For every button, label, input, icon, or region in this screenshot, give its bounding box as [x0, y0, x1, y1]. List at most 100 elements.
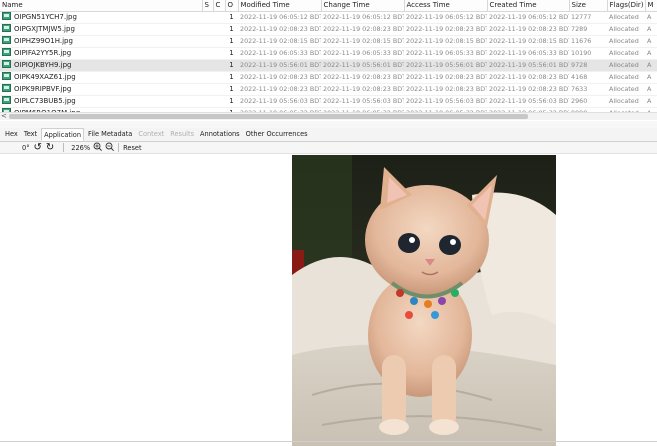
cell-s [202, 35, 213, 48]
image-viewer[interactable] [0, 155, 657, 446]
cell-o: 1 [225, 23, 238, 36]
image-file-icon [2, 72, 11, 80]
cell-modified-time: 2022-11-19 02:08:23 BDT [238, 83, 321, 96]
results-table[interactable]: Name S C O Modified Time Change Time Acc… [0, 0, 657, 112]
table-row[interactable]: OIPGN51YCH7.jpg 1 2022-11-19 06:05:12 BDT 2… [0, 11, 657, 24]
column-header-flags-dir[interactable]: Flags(Dir) [607, 0, 646, 12]
tab-context: Context [138, 130, 165, 138]
image-file-icon [2, 96, 11, 104]
cell-change-time: 2022-11-19 06:05:33 BDT [321, 47, 404, 60]
table-row[interactable]: OIPK49XAZ61.jpg 1 2022-11-19 02:08:23 BDT 2… [0, 71, 657, 84]
zoom-in-icon[interactable] [93, 142, 103, 153]
tab-file-metadata[interactable]: File Metadata [86, 128, 134, 141]
cell-access-time: 2022-11-19 05:56:01 BDT [404, 59, 487, 72]
file-name: OIPGXJTMJW5.jpg [14, 25, 75, 33]
cell-size: 4168 [569, 71, 607, 84]
cell-name: OIPGXJTMJW5.jpg [0, 23, 202, 36]
cell-c [213, 59, 225, 72]
file-name: OIPGN51YCH7.jpg [14, 13, 77, 21]
cell-modified-time: 2022-11-19 02:08:23 BDT [238, 23, 321, 36]
column-header-s[interactable]: S [202, 0, 214, 12]
cell-c [213, 11, 225, 24]
cell-m: A [645, 47, 657, 60]
pane-splitter[interactable] [0, 121, 657, 128]
cell-modified-time: 2022-11-19 02:08:23 BDT [238, 71, 321, 84]
cell-modified-time: 2022-11-19 02:08:15 BDT [238, 35, 321, 48]
cell-c [213, 47, 225, 60]
table-row[interactable]: OIPK9RIPBVF.jpg 1 2022-11-19 02:08:23 BDT 2… [0, 83, 657, 96]
cell-s [202, 95, 213, 108]
cell-access-time: 2022-11-19 02:08:23 BDT [404, 71, 487, 84]
column-header-change-time[interactable]: Change Time [321, 0, 405, 12]
image-file-icon [2, 48, 11, 56]
cell-access-time: 2022-11-19 02:08:15 BDT [404, 35, 487, 48]
column-header-modified-time[interactable]: Modified Time [238, 0, 322, 12]
cell-m: A [645, 23, 657, 36]
tab-hex[interactable]: Hex [3, 128, 20, 141]
column-header-created-time[interactable]: Created Time [487, 0, 570, 12]
cell-c [213, 23, 225, 36]
tab-other-occurrences[interactable]: Other Occurrences [244, 128, 310, 141]
tab-results: Results [170, 130, 195, 138]
image-toolbar: 0° ↺ ↻ 226% Reset [0, 142, 657, 154]
table-row[interactable]: OIPHZ99O1H.jpg 1 2022-11-19 02:08:15 BDT 20… [0, 35, 657, 48]
cell-o: 1 [225, 95, 238, 108]
cell-flags: Allocated [607, 35, 645, 48]
reset-button[interactable]: Reset [123, 144, 141, 152]
table-row[interactable]: OIPIOJKBYH9.jpg 1 2022-11-19 05:56:01 BDT 2… [0, 59, 657, 72]
tab-application[interactable]: Application [41, 128, 84, 141]
cell-change-time: 2022-11-19 05:56:01 BDT [321, 59, 404, 72]
column-header-size[interactable]: Size [569, 0, 608, 12]
cell-o: 1 [225, 11, 238, 24]
rotation-readout: 0° [22, 143, 30, 152]
status-divider [0, 441, 657, 442]
table-row[interactable]: OIPGXJTMJW5.jpg 1 2022-11-19 02:08:23 BDT 2… [0, 23, 657, 36]
cell-change-time: 2022-11-19 02:08:23 BDT [321, 83, 404, 96]
cell-created-time: 2022-11-19 06:05:12 BDT [487, 11, 569, 24]
zoom-level: 226% [71, 143, 91, 152]
column-header-c[interactable]: C [213, 0, 226, 12]
table-header-row: Name S C O Modified Time Change Time Acc… [0, 0, 657, 12]
file-name: OIPIFA2YY5R.jpg [14, 49, 72, 57]
cell-created-time: 2022-11-19 06:05:33 BDT [487, 47, 569, 60]
tab-annotations[interactable]: Annotations [198, 128, 242, 141]
column-header-m[interactable]: M [645, 0, 657, 12]
scrollbar-thumb[interactable] [9, 114, 528, 119]
cell-access-time: 2022-11-19 06:05:12 BDT [404, 11, 487, 24]
tab-text[interactable]: Text [22, 128, 39, 141]
cell-name: OIPLC73BUB5.jpg [0, 95, 202, 108]
cell-access-time: 2022-11-19 02:08:23 BDT [404, 83, 487, 96]
column-header-o[interactable]: O [225, 0, 239, 12]
cell-created-time: 2022-11-19 02:08:23 BDT [487, 83, 569, 96]
toolbar-divider [63, 143, 65, 152]
file-name: OIPIOJKBYH9.jpg [14, 61, 72, 69]
horizontal-scrollbar[interactable]: < [0, 112, 657, 120]
cell-o: 1 [225, 35, 238, 48]
cell-size: 7633 [569, 83, 607, 96]
cell-modified-time: 2022-11-19 05:56:01 BDT [238, 59, 321, 72]
table-row[interactable]: OIPIFA2YY5R.jpg 1 2022-11-19 06:05:33 BDT 2… [0, 47, 657, 60]
cell-access-time: 2022-11-19 05:56:03 BDT [404, 95, 487, 108]
cell-flags: Allocated [607, 47, 645, 60]
cell-created-time: 2022-11-19 05:56:03 BDT [487, 95, 569, 108]
cell-m: A [645, 59, 657, 72]
cell-size: 12777 [569, 11, 607, 24]
column-header-access-time[interactable]: Access Time [404, 0, 488, 12]
cell-size: 10190 [569, 47, 607, 60]
cell-size: 7289 [569, 23, 607, 36]
kitten-photo [292, 155, 556, 446]
zoom-out-icon[interactable] [105, 142, 115, 153]
column-header-name[interactable]: Name [0, 0, 203, 12]
content-viewer-tabs: Hex Text Application File Metadata Conte… [0, 128, 657, 142]
scroll-left-icon[interactable]: < [1, 112, 7, 120]
cell-size: 2960 [569, 95, 607, 108]
rotate-right-icon[interactable]: ↻ [46, 142, 54, 153]
table-row[interactable]: OIPLC73BUB5.jpg 1 2022-11-19 05:56:03 BDT 2… [0, 95, 657, 108]
cell-m: A [645, 71, 657, 84]
cell-flags: Allocated [607, 83, 645, 96]
toolbar-divider [118, 143, 120, 152]
cell-o: 1 [225, 71, 238, 84]
image-file-icon [2, 12, 11, 20]
cell-access-time: 2022-11-19 02:08:23 BDT [404, 23, 487, 36]
rotate-left-icon[interactable]: ↺ [34, 142, 42, 153]
